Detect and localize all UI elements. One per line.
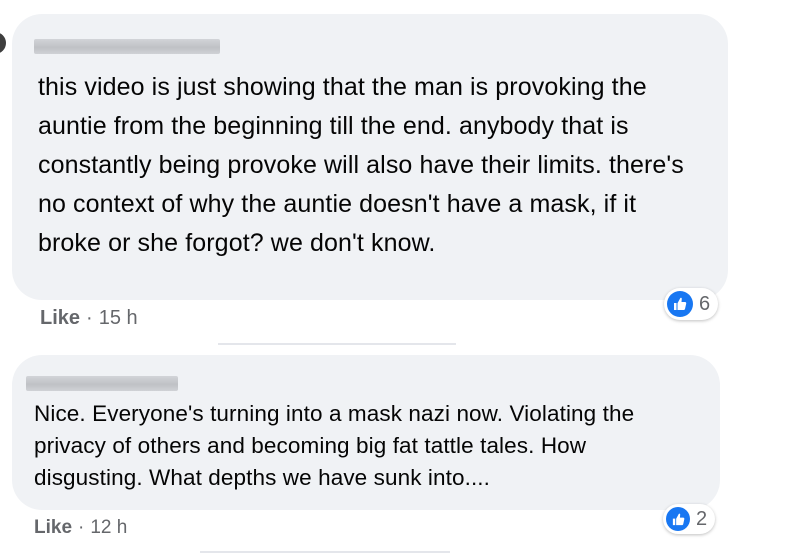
comment-bubble: this video is just showing that the man … <box>12 14 728 300</box>
comment-text: this video is just showing that the man … <box>38 73 684 257</box>
thumbs-up-icon <box>667 291 693 317</box>
comment-text: Nice. Everyone's turning into a mask naz… <box>34 401 635 490</box>
thumbs-up-icon <box>666 507 690 531</box>
avatar[interactable] <box>0 32 6 54</box>
divider <box>200 551 450 553</box>
comment-bubble: Nice. Everyone's turning into a mask naz… <box>12 355 720 510</box>
like-button[interactable]: Like <box>34 517 72 539</box>
like-button[interactable]: Like <box>40 307 80 330</box>
separator-dot: · <box>86 307 93 329</box>
reaction-summary[interactable]: 6 <box>664 288 719 320</box>
divider <box>218 343 456 345</box>
timestamp[interactable]: 15 h <box>99 307 138 330</box>
comment-thread: this video is just showing that the man … <box>0 0 800 555</box>
comment-actions: Like · 15 h <box>40 307 138 330</box>
reaction-count: 2 <box>696 507 708 530</box>
reaction-summary[interactable]: 2 <box>663 504 716 534</box>
separator-dot: · <box>78 517 85 538</box>
comment-actions: Like · 12 h <box>34 517 127 539</box>
timestamp[interactable]: 12 h <box>90 517 127 539</box>
reaction-count: 6 <box>699 292 711 315</box>
redacted-author-name <box>34 39 220 54</box>
redacted-author-name <box>26 376 178 391</box>
